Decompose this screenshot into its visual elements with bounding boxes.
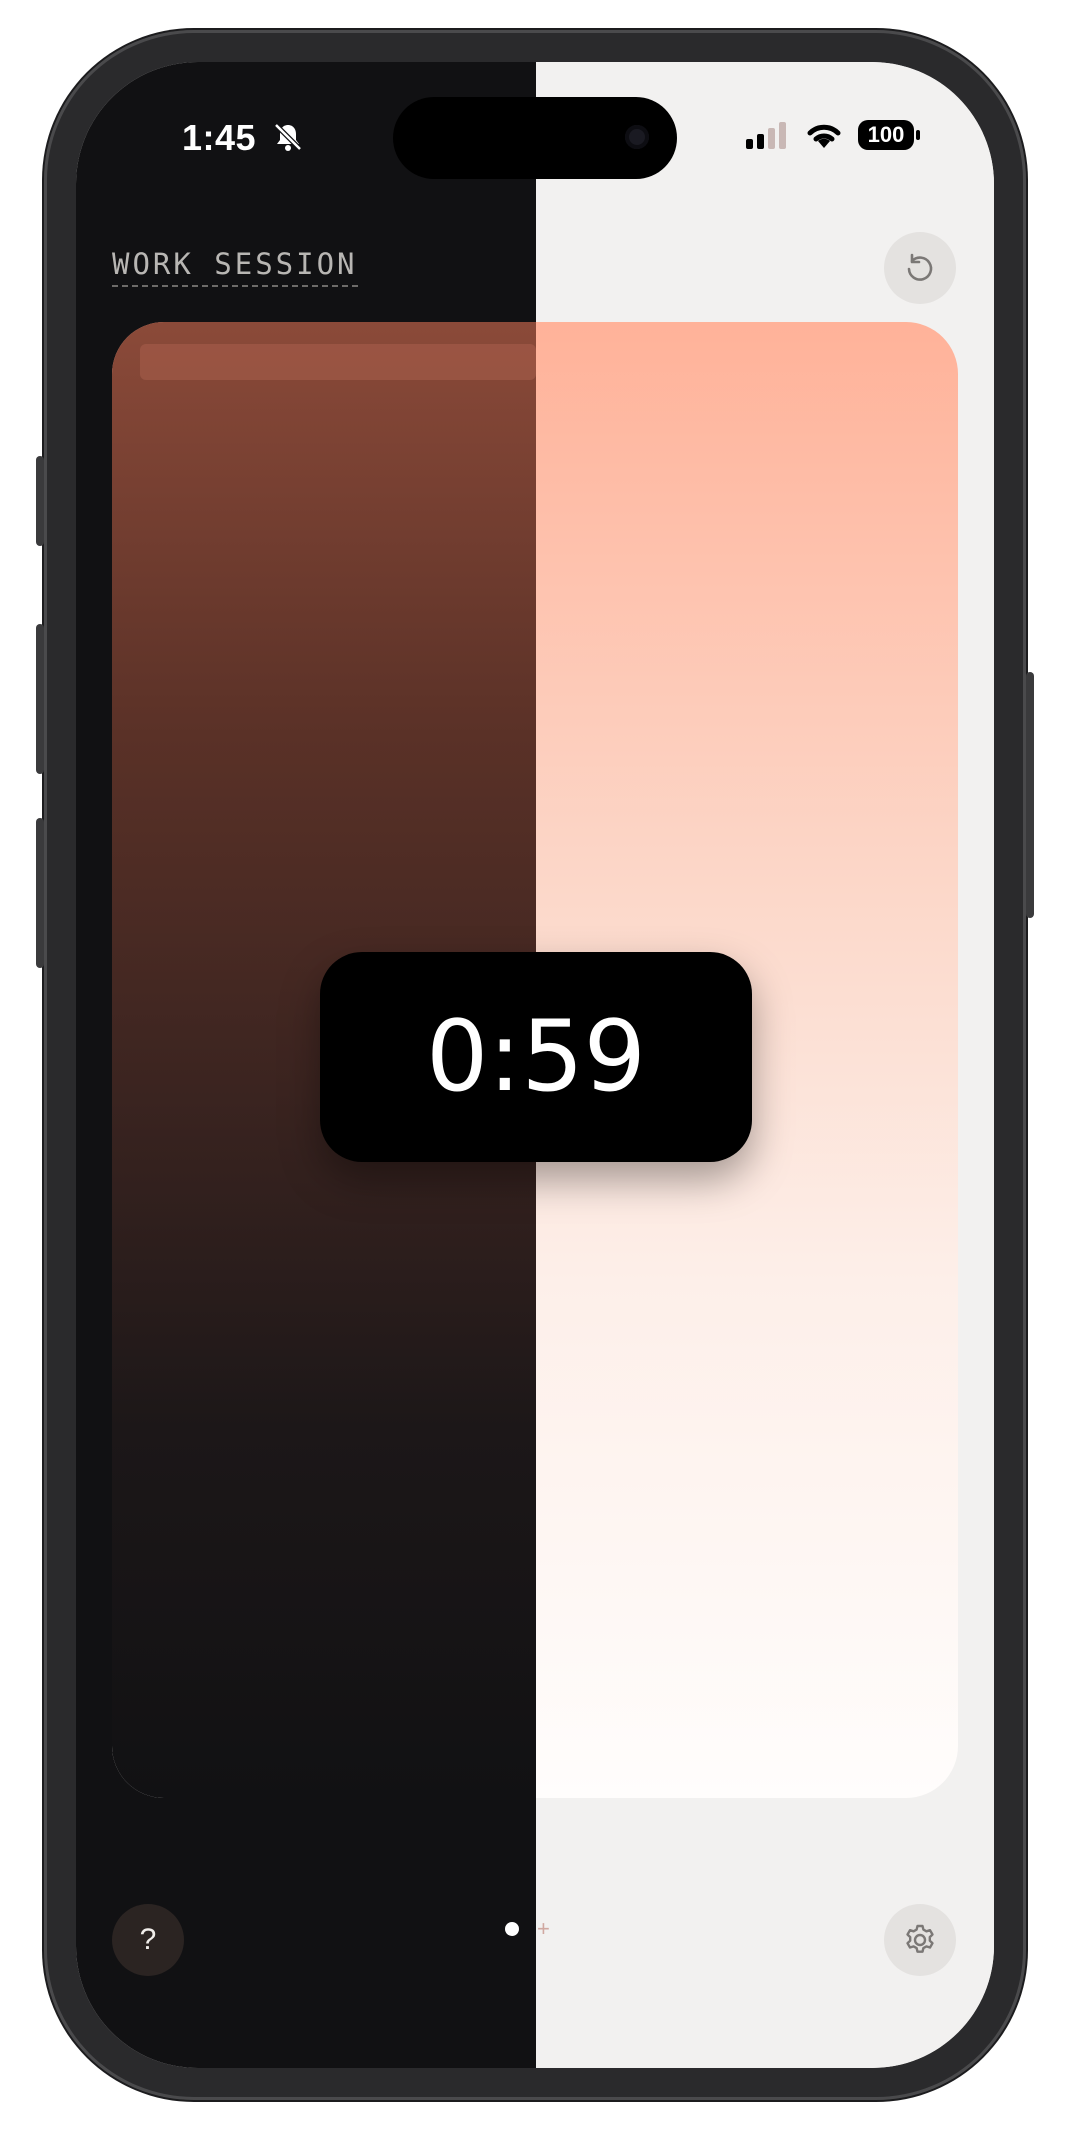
cellular-signal-icon (746, 122, 786, 149)
timer-display[interactable]: 0:59 (320, 952, 752, 1162)
battery-indicator: 100 (858, 120, 920, 150)
battery-level: 100 (867, 122, 905, 147)
screen: 1:45 100 WORK SESSION 0:59 ? + (76, 62, 994, 2068)
status-right: 100 (746, 120, 920, 150)
timer-value: 0:59 (425, 1000, 647, 1114)
status-time: 1:45 (182, 117, 257, 158)
reset-button[interactable] (884, 232, 956, 304)
camera-lens (625, 125, 649, 149)
page-indicator[interactable]: + (505, 1918, 550, 1940)
help-button[interactable]: ? (112, 1904, 184, 1976)
reset-icon (907, 253, 933, 281)
session-label[interactable]: WORK SESSION (112, 247, 358, 287)
card-top-bar (140, 344, 536, 380)
dynamic-island (393, 97, 677, 179)
settings-button[interactable] (884, 1904, 956, 1976)
volume-down-button (36, 818, 44, 968)
help-label: ? (139, 1923, 157, 1956)
wifi-icon (807, 124, 841, 148)
power-button (1026, 672, 1034, 918)
add-page-button[interactable]: + (537, 1918, 550, 1940)
bell-slash-icon (274, 123, 302, 151)
gear-icon (906, 1924, 934, 1953)
page-dot-active[interactable] (505, 1922, 519, 1936)
volume-up-button (36, 624, 44, 774)
action-button (36, 456, 44, 546)
